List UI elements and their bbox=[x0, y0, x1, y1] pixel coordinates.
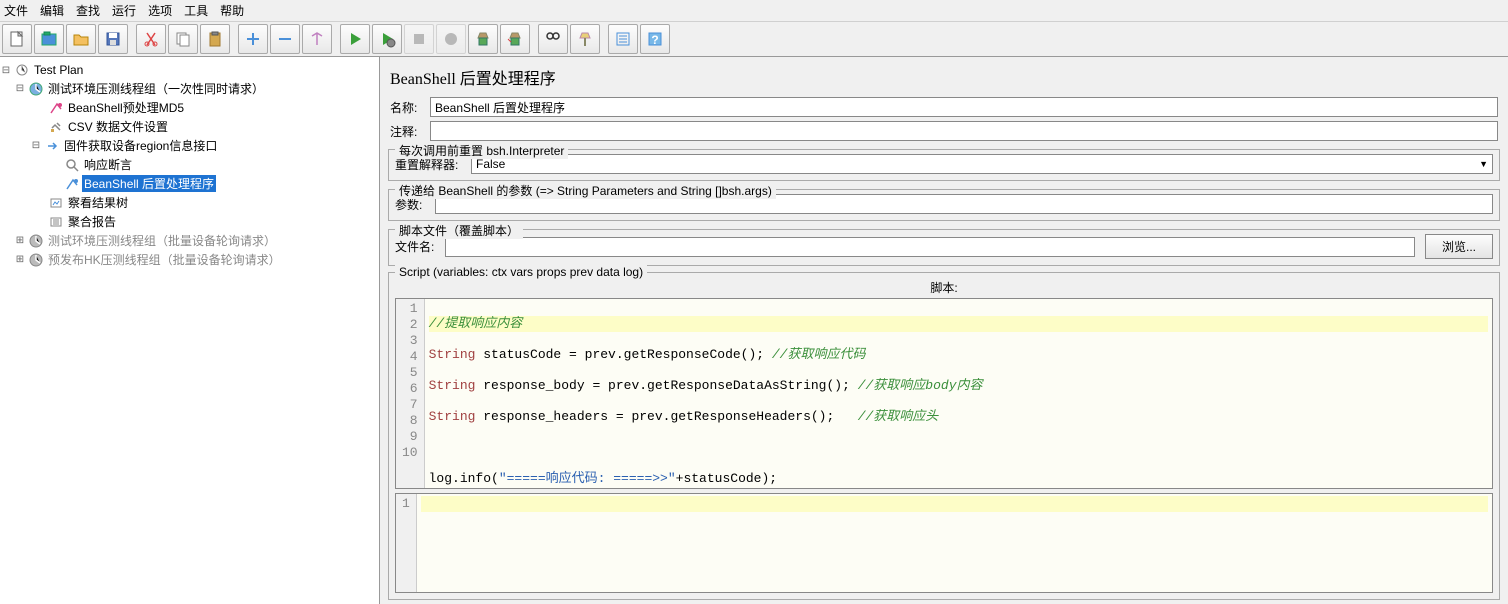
assertion-icon bbox=[64, 157, 80, 173]
open-button[interactable] bbox=[66, 24, 96, 54]
start-no-timers-button[interactable] bbox=[372, 24, 402, 54]
stop-button[interactable] bbox=[404, 24, 434, 54]
reset-fieldset: 每次调用前重置 bsh.Interpreter 重置解释器: False ▼ bbox=[388, 149, 1500, 181]
expand-button[interactable] bbox=[238, 24, 268, 54]
reset-search-button[interactable] bbox=[570, 24, 600, 54]
tree-beanshell-post[interactable]: BeanShell 后置处理程序 bbox=[0, 174, 379, 193]
svg-text:?: ? bbox=[651, 33, 658, 47]
script-editor[interactable]: 12345678910 //提取响应内容 String statusCode =… bbox=[395, 298, 1493, 489]
menu-tools[interactable]: 工具 bbox=[184, 2, 208, 19]
testplan-icon bbox=[14, 62, 30, 78]
name-input[interactable] bbox=[430, 97, 1498, 117]
tree-threadgroup-2[interactable]: ⊞ 测试环境压测线程组（批量设备轮询请求） bbox=[0, 231, 379, 250]
params-fieldset: 传递给 BeanShell 的参数 (=> String Parameters … bbox=[388, 189, 1500, 221]
tree-http-sampler[interactable]: ⊟ 固件获取设备region信息接口 bbox=[0, 136, 379, 155]
tree-view-results[interactable]: 察看结果树 bbox=[0, 193, 379, 212]
clear-button[interactable] bbox=[468, 24, 498, 54]
tree-beanshell-pre[interactable]: BeanShell预处理MD5 bbox=[0, 98, 379, 117]
file-input[interactable] bbox=[445, 237, 1415, 257]
menu-edit[interactable]: 编辑 bbox=[40, 2, 64, 19]
toolbar: ? bbox=[0, 22, 1508, 57]
tree-aggregate-report[interactable]: 聚合报告 bbox=[0, 212, 379, 231]
name-label: 名称: bbox=[390, 99, 424, 116]
menu-run[interactable]: 运行 bbox=[112, 2, 136, 19]
browse-button[interactable]: 浏览... bbox=[1425, 234, 1493, 259]
expand-icon[interactable]: ⊟ bbox=[14, 83, 26, 94]
postprocessor-icon bbox=[64, 176, 80, 192]
line-gutter: 12345678910 bbox=[396, 299, 425, 488]
output-editor[interactable]: 1 bbox=[395, 493, 1493, 593]
shutdown-button[interactable] bbox=[436, 24, 466, 54]
menu-search[interactable]: 查找 bbox=[76, 2, 100, 19]
expand-icon[interactable]: ⊞ bbox=[14, 254, 26, 265]
comment-input[interactable] bbox=[430, 121, 1498, 141]
menu-options[interactable]: 选项 bbox=[148, 2, 172, 19]
menu-help[interactable]: 帮助 bbox=[220, 2, 244, 19]
tree-panel: ⊟ Test Plan ⊟ 测试环境压测线程组（一次性同时请求） BeanShe… bbox=[0, 57, 380, 604]
editor-panel: BeanShell 后置处理程序 名称: 注释: 每次调用前重置 bsh.Int… bbox=[380, 57, 1508, 604]
preprocessor-icon bbox=[48, 100, 64, 116]
script-label: 脚本: bbox=[395, 277, 1493, 298]
search-button[interactable] bbox=[538, 24, 568, 54]
paste-button[interactable] bbox=[200, 24, 230, 54]
tree-threadgroup-1[interactable]: ⊟ 测试环境压测线程组（一次性同时请求） bbox=[0, 79, 379, 98]
sampler-icon bbox=[44, 138, 60, 154]
listener-icon bbox=[48, 195, 64, 211]
templates-button[interactable] bbox=[34, 24, 64, 54]
new-button[interactable] bbox=[2, 24, 32, 54]
file-fieldset: 脚本文件（覆盖脚本） 文件名: 浏览... bbox=[388, 229, 1500, 266]
tree-threadgroup-3[interactable]: ⊞ 预发布HK压测线程组（批量设备轮询请求） bbox=[0, 250, 379, 269]
script-fieldset: Script (variables: ctx vars props prev d… bbox=[388, 272, 1500, 600]
threadgroup-icon bbox=[28, 81, 44, 97]
cut-button[interactable] bbox=[136, 24, 166, 54]
function-helper-button[interactable] bbox=[608, 24, 638, 54]
line-gutter: 1 bbox=[396, 494, 417, 592]
output-content[interactable] bbox=[417, 494, 1492, 592]
menu-bar: 文件 编辑 查找 运行 选项 工具 帮助 bbox=[0, 0, 1508, 22]
reset-combo[interactable]: False ▼ bbox=[471, 154, 1493, 174]
start-button[interactable] bbox=[340, 24, 370, 54]
copy-button[interactable] bbox=[168, 24, 198, 54]
config-icon bbox=[48, 119, 64, 135]
help-button[interactable]: ? bbox=[640, 24, 670, 54]
tree-csv-config[interactable]: CSV 数据文件设置 bbox=[0, 117, 379, 136]
chevron-down-icon: ▼ bbox=[1479, 159, 1488, 169]
expand-icon[interactable]: ⊞ bbox=[14, 235, 26, 246]
file-label: 文件名: bbox=[395, 238, 439, 255]
code-content[interactable]: //提取响应内容 String statusCode = prev.getRes… bbox=[425, 299, 1492, 488]
toggle-button[interactable] bbox=[302, 24, 332, 54]
listener-icon bbox=[48, 214, 64, 230]
expand-icon[interactable]: ⊟ bbox=[30, 140, 42, 151]
threadgroup-disabled-icon bbox=[28, 233, 44, 249]
tree-root[interactable]: ⊟ Test Plan bbox=[0, 61, 379, 79]
tree-assertion[interactable]: 响应断言 bbox=[0, 155, 379, 174]
menu-file[interactable]: 文件 bbox=[4, 2, 28, 19]
comment-label: 注释: bbox=[390, 123, 424, 140]
expand-icon[interactable]: ⊟ bbox=[0, 65, 12, 76]
threadgroup-disabled-icon bbox=[28, 252, 44, 268]
clear-all-button[interactable] bbox=[500, 24, 530, 54]
collapse-button[interactable] bbox=[270, 24, 300, 54]
panel-title: BeanShell 后置处理程序 bbox=[380, 57, 1508, 95]
save-button[interactable] bbox=[98, 24, 128, 54]
